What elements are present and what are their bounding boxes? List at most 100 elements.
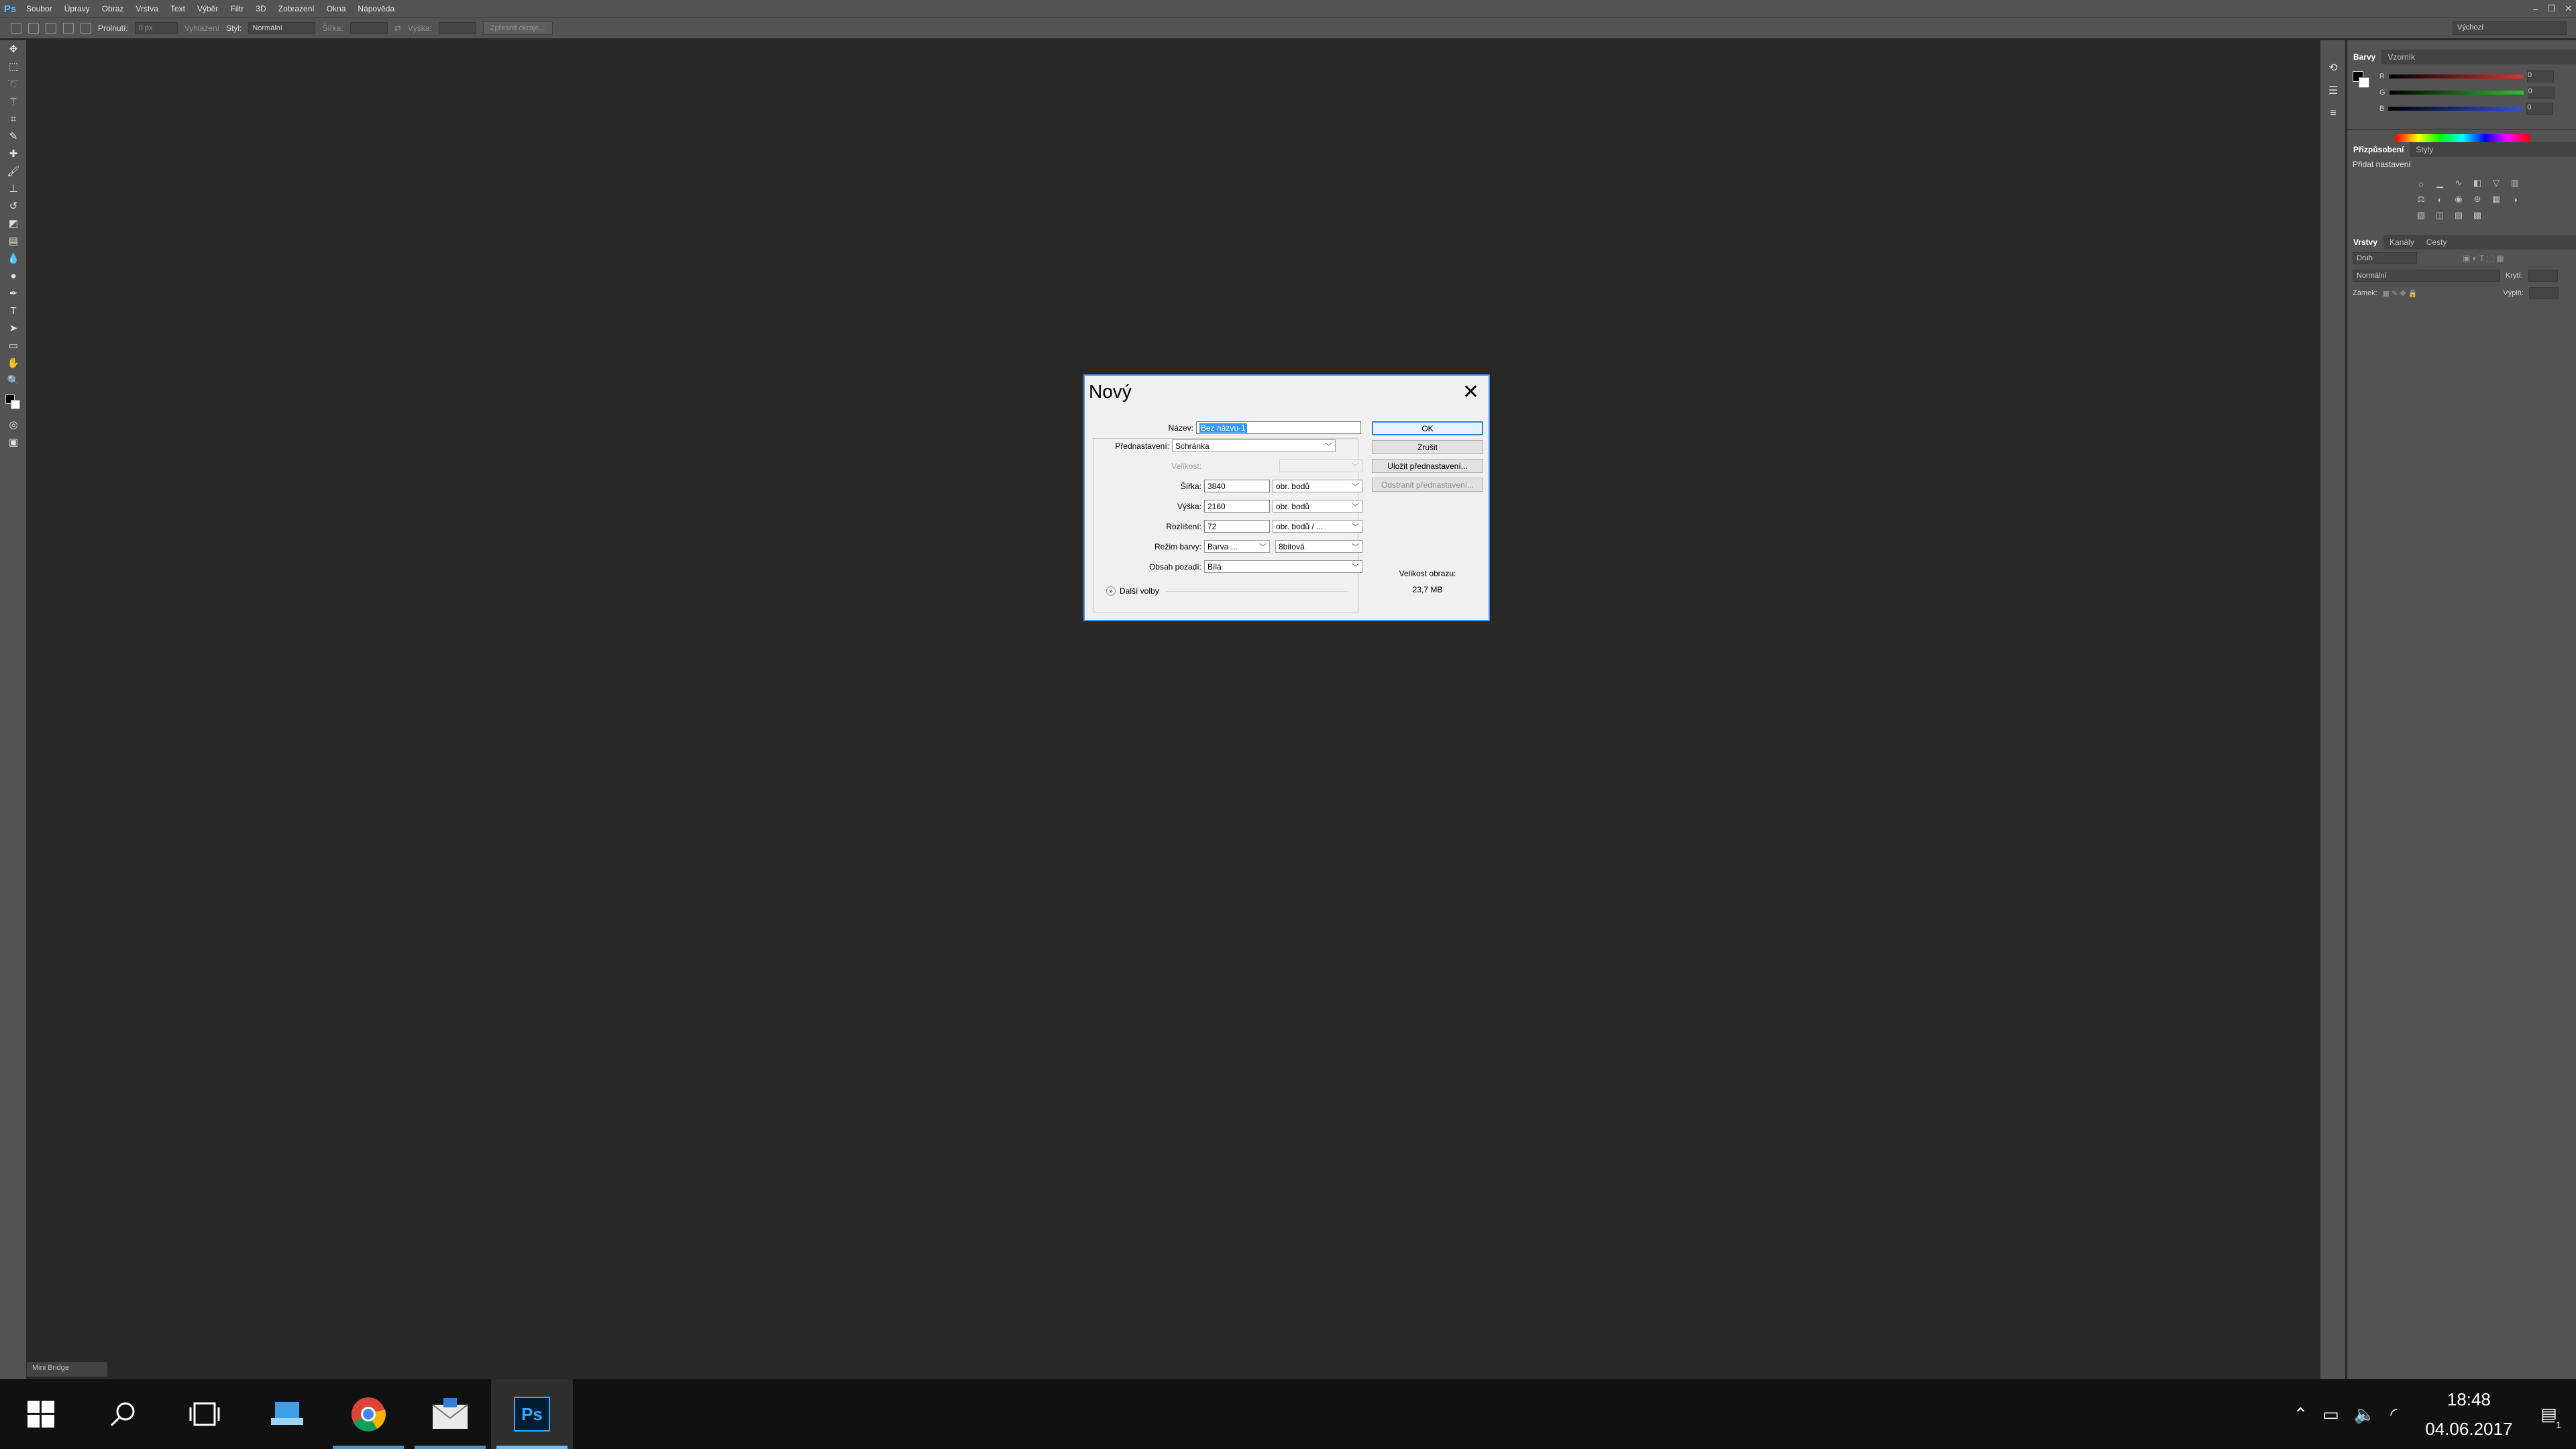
swap-icon[interactable]: ⇄ bbox=[394, 23, 401, 33]
channel-mixer-icon[interactable]: ⊕ bbox=[2471, 193, 2484, 205]
layer-kind-select[interactable]: Druh bbox=[2353, 252, 2417, 264]
posterize-icon[interactable]: ▧ bbox=[2414, 209, 2428, 221]
clone-stamp-icon[interactable]: ⊥ bbox=[0, 180, 27, 197]
close-window-button[interactable]: ✕ bbox=[2565, 3, 2572, 14]
type-tool-icon[interactable]: T bbox=[0, 302, 27, 319]
chevron-up-icon[interactable]: ⌃ bbox=[2293, 1404, 2308, 1425]
subtract-selection-icon[interactable] bbox=[63, 23, 74, 34]
bw-icon[interactable]: ◐ bbox=[2433, 193, 2447, 205]
color-balance-icon[interactable]: ⚖ bbox=[2414, 193, 2428, 205]
menu-3d[interactable]: 3D bbox=[250, 4, 272, 13]
restore-button[interactable]: ❐ bbox=[2547, 3, 2555, 14]
threshold-icon[interactable]: ◫ bbox=[2433, 209, 2447, 221]
blur-tool-icon[interactable]: 💧 bbox=[0, 250, 27, 267]
taskbar-app-photoshop[interactable]: Ps bbox=[491, 1379, 573, 1449]
width-field[interactable] bbox=[350, 22, 388, 34]
history-panel-icon[interactable]: ⟲ bbox=[2320, 56, 2346, 79]
zoom-tool-icon[interactable]: 🔍 bbox=[0, 372, 27, 389]
height-input[interactable]: 2160 bbox=[1204, 500, 1270, 513]
eyedropper-icon[interactable]: ✎ bbox=[0, 127, 27, 145]
close-icon[interactable]: ✕ bbox=[1462, 382, 1479, 402]
menu-soubor[interactable]: Soubor bbox=[20, 4, 58, 13]
g-value[interactable]: 0 bbox=[2527, 87, 2555, 99]
lasso-tool-icon[interactable]: ➰ bbox=[0, 75, 27, 93]
refine-edge-button[interactable]: Zpřesnit okraje... bbox=[482, 21, 553, 35]
gradient-tool-icon[interactable]: ▤ bbox=[0, 232, 27, 250]
height-unit-select[interactable]: obr. bodů ﹀ bbox=[1273, 500, 1362, 513]
pen-tool-icon[interactable]: ✒ bbox=[0, 284, 27, 302]
antialias-checkbox[interactable]: Vyhlazení bbox=[184, 23, 219, 33]
tab-barvy[interactable]: Barvy bbox=[2347, 50, 2382, 64]
menu-vyber[interactable]: Výběr bbox=[191, 4, 224, 13]
tab-styly[interactable]: Styly bbox=[2410, 142, 2439, 157]
screen-mode-icon[interactable]: ▣ bbox=[0, 433, 27, 451]
cancel-button[interactable]: Zrušit bbox=[1372, 440, 1483, 454]
delete-preset-button[interactable]: Odstranit přednastavení... bbox=[1372, 478, 1483, 492]
menu-vrstva[interactable]: Vrstva bbox=[129, 4, 164, 13]
menu-obraz[interactable]: Obraz bbox=[96, 4, 130, 13]
advanced-row[interactable]: » Další volby bbox=[1106, 586, 1348, 596]
color-lookup-icon[interactable]: ▦ bbox=[2489, 193, 2503, 205]
add-selection-icon[interactable] bbox=[46, 23, 56, 34]
selective-color-icon[interactable]: ▩ bbox=[2471, 209, 2484, 221]
move-tool-icon[interactable]: ✥ bbox=[0, 40, 27, 58]
menu-upravy[interactable]: Úpravy bbox=[58, 4, 96, 13]
menu-filtr[interactable]: Filtr bbox=[224, 4, 250, 13]
mini-bridge-tab[interactable]: Mini Bridge bbox=[27, 1362, 107, 1377]
dodge-tool-icon[interactable]: ● bbox=[0, 267, 27, 284]
r-slider[interactable] bbox=[2388, 74, 2523, 78]
size-select[interactable]: ﹀ bbox=[1279, 460, 1362, 472]
menu-napoveda[interactable]: Nápověda bbox=[352, 4, 400, 13]
clock[interactable]: 18:48 04.06.2017 bbox=[2425, 1385, 2512, 1444]
menu-okna[interactable]: Okna bbox=[321, 4, 352, 13]
taskbar-app-mail[interactable] bbox=[409, 1379, 491, 1449]
lock-icons[interactable]: ▦ ✎ ✥ 🔒 bbox=[2383, 289, 2418, 298]
r-value[interactable]: 0 bbox=[2526, 70, 2554, 83]
notifications-button[interactable]: ▤ 1 bbox=[2540, 1404, 2563, 1430]
bitdepth-select[interactable]: 8bitová ﹀ bbox=[1275, 540, 1362, 553]
battery-icon[interactable]: ▭ bbox=[2322, 1404, 2339, 1425]
vibrance-icon[interactable]: ▽ bbox=[2489, 177, 2503, 189]
name-input[interactable]: Bez názvu-1 bbox=[1196, 421, 1361, 434]
menu-text[interactable]: Text bbox=[164, 4, 191, 13]
brush-tool-icon[interactable]: 🖌 bbox=[0, 162, 27, 180]
info-panel-icon[interactable]: ≡ bbox=[2320, 102, 2346, 125]
photo-filter-icon[interactable]: ◉ bbox=[2452, 193, 2465, 205]
tab-vzornik[interactable]: Vzorník bbox=[2381, 50, 2421, 64]
opacity-field[interactable] bbox=[2528, 270, 2558, 282]
wifi-icon[interactable]: ◜ bbox=[2390, 1404, 2397, 1425]
gradient-map-icon[interactable]: ▨ bbox=[2452, 209, 2465, 221]
healing-brush-icon[interactable]: ✚ bbox=[0, 145, 27, 162]
background-select[interactable]: Bílá ﹀ bbox=[1204, 560, 1362, 573]
marquee-preset-icon[interactable] bbox=[11, 23, 21, 34]
height-field[interactable] bbox=[438, 22, 476, 34]
width-input[interactable]: 3840 bbox=[1204, 480, 1270, 492]
properties-panel-icon[interactable]: ☰ bbox=[2320, 79, 2346, 102]
intersect-selection-icon[interactable] bbox=[80, 23, 91, 34]
shape-tool-icon[interactable]: ▭ bbox=[0, 337, 27, 354]
b-slider[interactable] bbox=[2388, 107, 2523, 111]
new-selection-icon[interactable] bbox=[28, 23, 39, 34]
feather-input[interactable]: 0 px bbox=[134, 22, 178, 34]
hue-icon[interactable]: ▥ bbox=[2508, 177, 2522, 189]
levels-icon[interactable]: ▁ bbox=[2433, 177, 2447, 189]
ok-button[interactable]: OK bbox=[1372, 421, 1483, 435]
save-preset-button[interactable]: Uložit přednastavení... bbox=[1372, 459, 1483, 473]
task-view-button[interactable] bbox=[164, 1379, 246, 1449]
resolution-unit-select[interactable]: obr. bodů / ... ﹀ bbox=[1273, 520, 1362, 533]
marquee-tool-icon[interactable]: ⬚ bbox=[0, 58, 27, 75]
quick-mask-icon[interactable]: ◎ bbox=[0, 416, 27, 433]
preset-select[interactable]: Schránka ﹀ bbox=[1172, 439, 1336, 452]
width-unit-select[interactable]: obr. bodů ﹀ bbox=[1273, 480, 1362, 492]
workspace-select[interactable]: Výchozí bbox=[2453, 21, 2567, 35]
color-swatches-icon[interactable] bbox=[0, 389, 27, 416]
volume-icon[interactable]: 🔈 bbox=[2354, 1404, 2375, 1425]
resolution-input[interactable]: 72 bbox=[1204, 520, 1270, 533]
eraser-tool-icon[interactable]: ◩ bbox=[0, 215, 27, 232]
tab-vrstvy[interactable]: Vrstvy bbox=[2347, 235, 2384, 250]
history-brush-icon[interactable]: ↺ bbox=[0, 197, 27, 215]
search-button[interactable] bbox=[82, 1379, 164, 1449]
expand-chevron-icon[interactable]: » bbox=[1106, 586, 1116, 596]
taskbar-app-pc[interactable] bbox=[246, 1379, 327, 1449]
minimize-button[interactable]: – bbox=[2533, 4, 2538, 14]
